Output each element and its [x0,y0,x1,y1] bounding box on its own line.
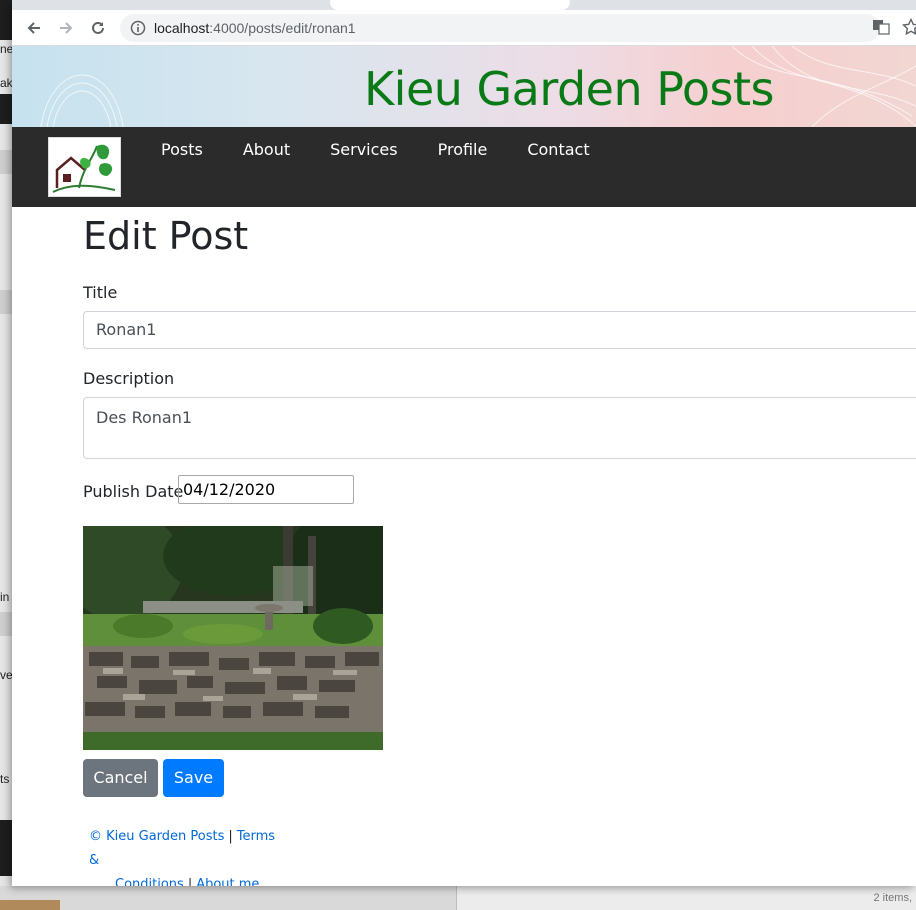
tab-strip [12,0,916,10]
translate-icon[interactable] [872,18,890,36]
url-text: localhost:4000/posts/edit/ronan1 [154,20,356,36]
back-arrow-icon [27,22,40,34]
nav-link-contact[interactable]: Contact [527,140,589,159]
site-banner: Kieu Garden Posts [12,46,916,127]
nav-link-profile[interactable]: Profile [438,140,488,159]
footer-separator: | [187,877,193,886]
active-tab[interactable] [330,0,570,10]
footer-terms-link-part2[interactable]: Conditions [115,877,184,886]
site-navbar: Posts About Services Profile Contact [12,127,916,207]
address-bar[interactable]: localhost:4000/posts/edit/ronan1 [120,14,880,42]
site-logo[interactable] [48,137,121,197]
forward-button[interactable] [54,16,78,40]
reload-button[interactable] [86,16,110,40]
info-icon[interactable] [130,20,146,36]
page-title: Edit Post [83,214,249,258]
description-label: Description [83,369,175,388]
title-input[interactable]: Ronan1 [83,311,916,349]
title-label: Title [83,283,118,302]
browser-toolbar: localhost:4000/posts/edit/ronan1 [12,10,916,46]
site-footer: © Kieu Garden Posts | Terms & Conditions | A… [89,825,289,886]
nav-link-about[interactable]: About [243,140,290,159]
publish-date-label: Publish Date [83,482,184,501]
bookmark-star-icon[interactable] [902,18,916,36]
footer-copyright-link[interactable]: © Kieu Garden Posts [89,829,224,844]
reload-icon [92,21,104,34]
nav-link-services[interactable]: Services [330,140,397,159]
nav-links: Posts About Services Profile Contact [161,140,630,159]
description-textarea[interactable]: Des Ronan1 [83,397,916,459]
forward-arrow-icon [60,22,73,34]
publish-date-input[interactable]: 04/12/2020 [178,475,354,504]
save-button[interactable]: Save [163,759,224,797]
finder-status-text: 2 items, [873,892,912,904]
background-finder-window: 2 items, [0,886,916,910]
post-image [83,526,383,750]
house-leaf-logo-icon [52,144,116,193]
cancel-button[interactable]: Cancel [83,759,158,797]
site-title: Kieu Garden Posts [364,62,774,116]
nav-link-posts[interactable]: Posts [161,140,203,159]
browser-window: localhost:4000/posts/edit/ronan1 Kieu Ga… [12,0,916,886]
footer-about-link[interactable]: About me [196,877,259,886]
back-button[interactable] [22,16,46,40]
footer-separator: | [228,829,233,844]
